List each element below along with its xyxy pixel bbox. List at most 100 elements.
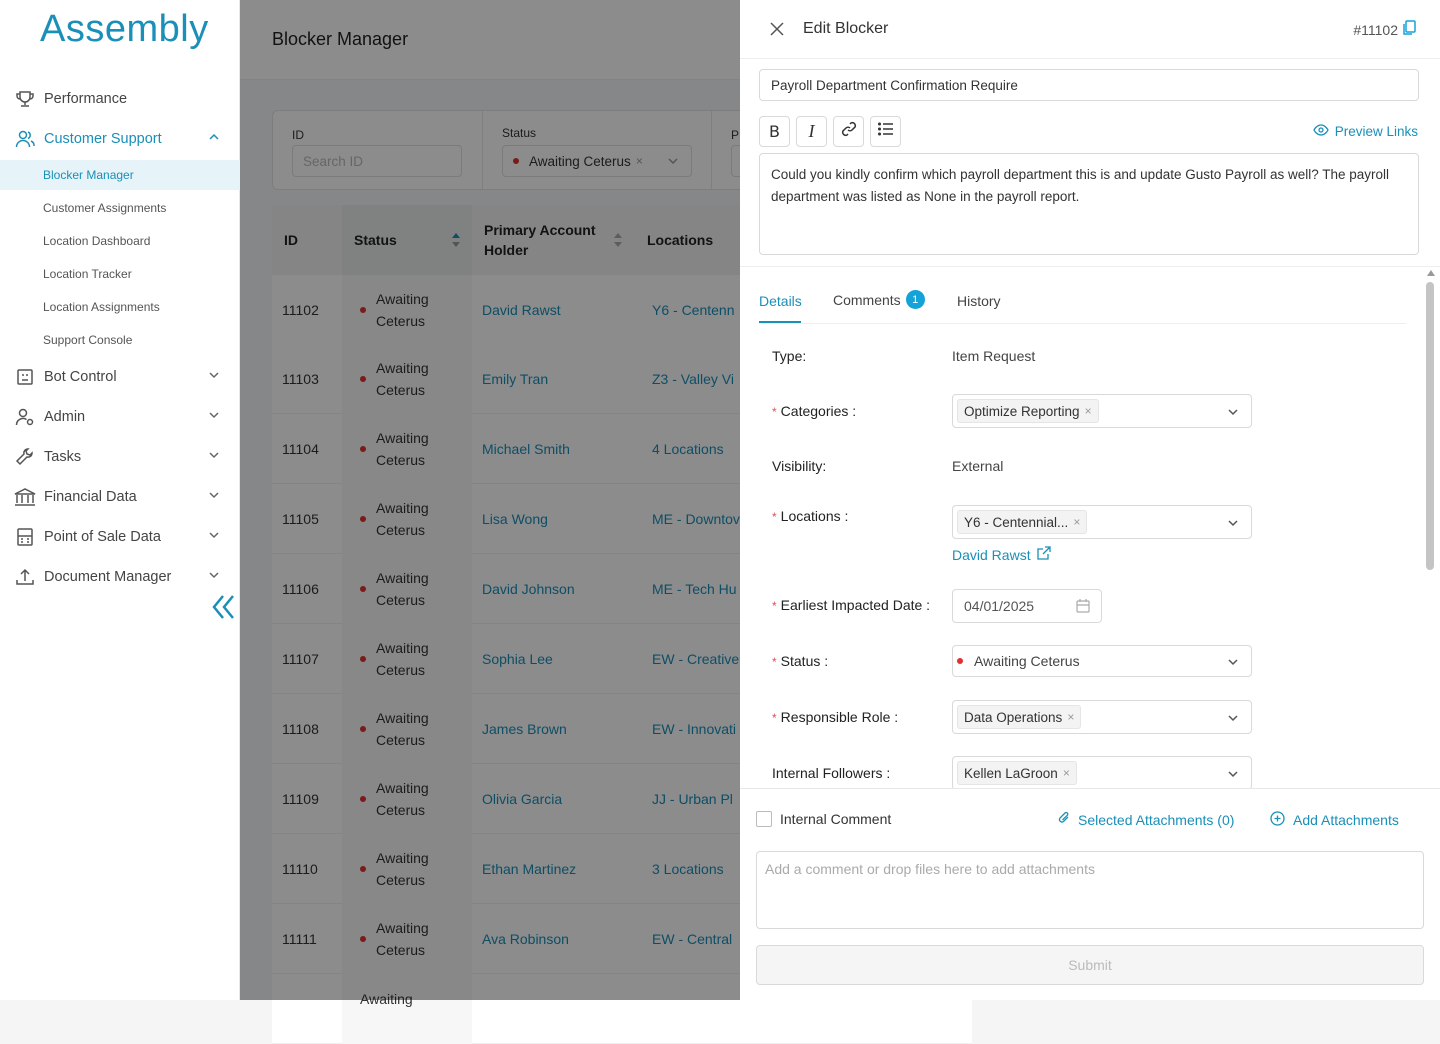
list-button[interactable] bbox=[870, 116, 901, 147]
comments-count-badge: 1 bbox=[905, 290, 925, 309]
sidebar-item-label: Document Manager bbox=[44, 569, 172, 585]
sidebar-item-label: Admin bbox=[44, 409, 86, 425]
upload-icon bbox=[14, 566, 36, 588]
ticket-id-text: #11102 bbox=[1353, 21, 1398, 38]
add-attachments-label: Add Attachments bbox=[1293, 812, 1399, 828]
sidebar-item-label: Bot Control bbox=[44, 369, 117, 385]
internal-comment-checkbox[interactable] bbox=[756, 811, 772, 827]
sidebar-item-financial-data[interactable]: Financial Data bbox=[0, 479, 240, 515]
internal-followers-label: Internal Followers : bbox=[772, 765, 891, 781]
required-mark: * bbox=[772, 711, 777, 725]
responsible-role-select[interactable]: Data Operations × bbox=[952, 700, 1252, 734]
blocker-title-input[interactable]: Payroll Department Confirmation Require bbox=[759, 69, 1419, 101]
copy-icon[interactable] bbox=[1402, 20, 1416, 39]
internal-followers-select[interactable]: Kellen LaGroon × bbox=[952, 756, 1252, 790]
status-select[interactable]: Awaiting Ceterus bbox=[952, 645, 1252, 677]
tag-label: Kellen LaGroon bbox=[964, 765, 1058, 781]
bold-button[interactable]: B bbox=[759, 116, 790, 147]
sidebar-subitem-label: Blocker Manager bbox=[43, 168, 134, 182]
comment-textarea[interactable]: Add a comment or drop files here to add … bbox=[756, 851, 1424, 929]
chevron-down-icon bbox=[1227, 711, 1239, 729]
chevron-down-icon bbox=[1227, 516, 1239, 534]
categories-select[interactable]: Optimize Reporting × bbox=[952, 394, 1252, 428]
sidebar-subitem-blocker-manager[interactable]: Blocker Manager bbox=[0, 160, 240, 190]
tag-label: Y6 - Centennial... bbox=[964, 514, 1069, 530]
close-icon[interactable]: × bbox=[1085, 404, 1092, 418]
internal-comment-label: Internal Comment bbox=[780, 811, 892, 827]
preview-links-button[interactable]: Preview Links bbox=[1312, 124, 1418, 139]
visibility-label: Visibility: bbox=[772, 458, 827, 474]
italic-icon: I bbox=[808, 121, 815, 141]
chevron-down-icon bbox=[208, 529, 220, 545]
scroll-up-icon[interactable] bbox=[1427, 270, 1435, 276]
sidebar: Assembly Performance Customer Support Bl… bbox=[0, 0, 240, 1000]
collapse-sidebar-icon[interactable] bbox=[210, 592, 236, 627]
field-label-text: Categories : bbox=[780, 403, 857, 419]
close-icon[interactable]: × bbox=[1073, 515, 1080, 529]
edit-blocker-drawer: Edit Blocker #11102 Payroll Department C… bbox=[740, 0, 1440, 1000]
sidebar-subitem-customer-assignments[interactable]: Customer Assignments bbox=[0, 193, 240, 223]
sidebar-item-point-of-sale[interactable]: Point of Sale Data bbox=[0, 519, 240, 555]
role-tag: Data Operations × bbox=[957, 705, 1082, 729]
scrollbar-thumb[interactable] bbox=[1426, 282, 1434, 570]
calendar-icon bbox=[1076, 599, 1090, 616]
tab-label: Comments bbox=[833, 291, 901, 308]
tab-details[interactable]: Details bbox=[759, 293, 802, 309]
tab-label: Details bbox=[759, 293, 802, 309]
close-icon[interactable]: × bbox=[1067, 710, 1074, 724]
selected-attachments-button[interactable]: Selected Attachments (0) bbox=[1058, 811, 1234, 828]
drawer-title: Edit Blocker bbox=[803, 20, 889, 37]
chevron-down-icon bbox=[208, 569, 220, 585]
sidebar-item-performance[interactable]: Performance bbox=[0, 81, 240, 117]
users-icon bbox=[14, 128, 36, 150]
link-button[interactable] bbox=[833, 116, 864, 147]
bot-icon bbox=[14, 366, 36, 388]
plus-circle-icon bbox=[1270, 811, 1285, 829]
responsible-role-label: * Responsible Role : bbox=[772, 709, 898, 725]
bank-icon bbox=[14, 486, 36, 508]
external-link-icon bbox=[1036, 546, 1051, 563]
sidebar-subitem-label: Support Console bbox=[43, 333, 133, 347]
ticket-id: #11102 bbox=[1353, 20, 1416, 39]
admin-icon bbox=[14, 406, 36, 428]
blocker-body-textarea[interactable]: Could you kindly confirm which payroll d… bbox=[759, 153, 1419, 255]
locations-label: * Locations : bbox=[772, 508, 848, 524]
sidebar-item-document-manager[interactable]: Document Manager bbox=[0, 559, 240, 595]
submit-button[interactable]: Submit bbox=[756, 945, 1424, 985]
close-icon[interactable]: × bbox=[1063, 766, 1070, 780]
section-divider bbox=[740, 266, 1440, 267]
chevron-down-icon bbox=[208, 369, 220, 385]
selected-attachments-label: Selected Attachments (0) bbox=[1078, 811, 1235, 828]
sidebar-item-label: Point of Sale Data bbox=[44, 529, 161, 545]
trophy-icon bbox=[14, 88, 36, 110]
bold-icon: B bbox=[769, 122, 780, 141]
locations-select[interactable]: Y6 - Centennial... × bbox=[952, 505, 1252, 539]
sidebar-subitem-location-assignments[interactable]: Location Assignments bbox=[0, 292, 240, 322]
sidebar-item-admin[interactable]: Admin bbox=[0, 399, 240, 435]
sidebar-subitem-location-dashboard[interactable]: Location Dashboard bbox=[0, 226, 240, 256]
type-value: Item Request bbox=[952, 348, 1036, 364]
sidebar-subitem-support-console[interactable]: Support Console bbox=[0, 325, 240, 355]
location-holder-link[interactable]: David Rawst bbox=[952, 546, 1051, 563]
sidebar-subitem-location-tracker[interactable]: Location Tracker bbox=[0, 259, 240, 289]
chevron-down-icon bbox=[208, 409, 220, 425]
sidebar-item-tasks[interactable]: Tasks bbox=[0, 439, 240, 475]
tab-history[interactable]: History bbox=[957, 293, 1001, 309]
visibility-value: External bbox=[952, 458, 1004, 474]
close-icon[interactable] bbox=[769, 21, 785, 42]
sidebar-subitem-label: Location Assignments bbox=[43, 300, 160, 314]
drawer-header: Edit Blocker #11102 bbox=[740, 0, 1440, 59]
tabs-underline bbox=[759, 323, 1406, 324]
add-attachments-button[interactable]: Add Attachments bbox=[1270, 811, 1399, 829]
sidebar-item-bot-control[interactable]: Bot Control bbox=[0, 359, 240, 395]
field-label-text: Earliest Impacted Date : bbox=[780, 597, 931, 613]
italic-button[interactable]: I bbox=[796, 116, 827, 147]
list-icon bbox=[877, 122, 894, 141]
register-icon bbox=[14, 526, 36, 548]
eye-icon bbox=[1312, 124, 1329, 139]
sidebar-item-customer-support[interactable]: Customer Support bbox=[0, 121, 240, 157]
tag-label: Data Operations bbox=[964, 709, 1063, 725]
required-mark: * bbox=[772, 599, 777, 613]
earliest-date-picker[interactable]: 04/01/2025 bbox=[952, 589, 1102, 623]
tab-comments[interactable]: Comments 1 bbox=[833, 290, 925, 309]
